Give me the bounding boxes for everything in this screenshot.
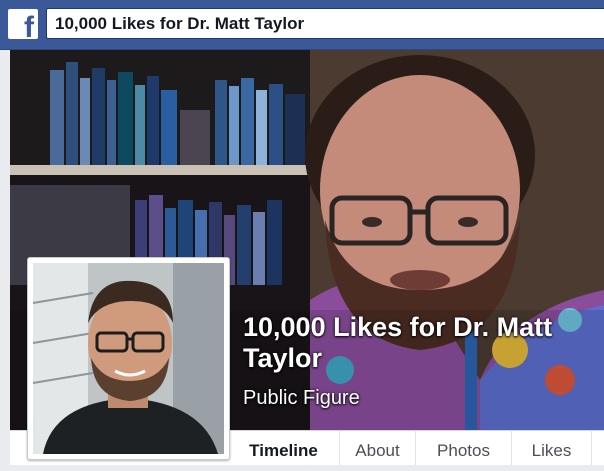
tab-timeline[interactable]: Timeline — [228, 431, 340, 465]
tab-photos[interactable]: Photos — [416, 431, 512, 465]
page-title[interactable]: 10,000 Likes for Dr. Matt Taylor — [243, 312, 593, 374]
tab-about[interactable]: About — [340, 431, 416, 465]
profile-picture[interactable] — [27, 257, 230, 460]
profile-photo-image — [33, 263, 224, 454]
tab-likes[interactable]: Likes — [512, 431, 592, 465]
top-navigation-bar: f 10,000 Likes for Dr. Matt Taylor — [0, 0, 604, 50]
page-category: Public Figure — [243, 387, 360, 409]
facebook-f-icon[interactable]: f — [8, 9, 38, 43]
search-input[interactable]: 10,000 Likes for Dr. Matt Taylor — [46, 8, 604, 39]
